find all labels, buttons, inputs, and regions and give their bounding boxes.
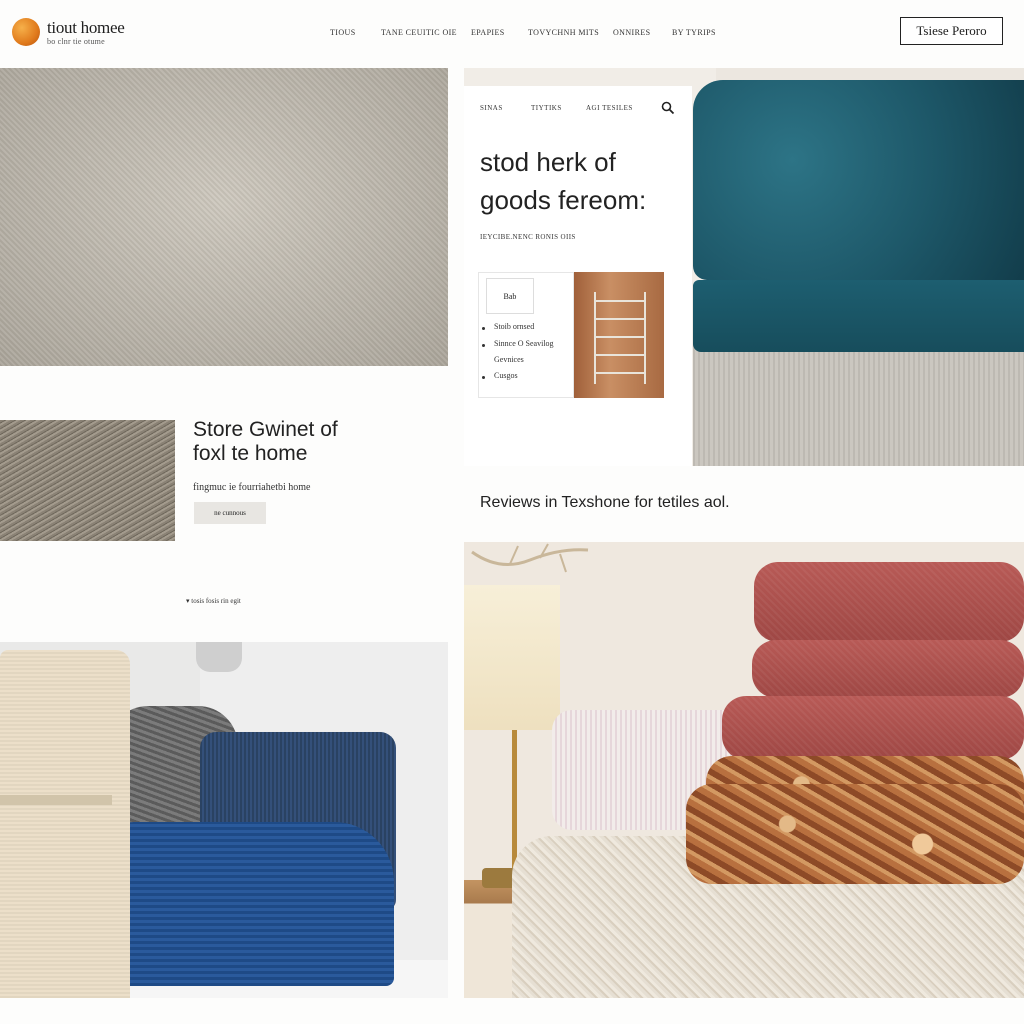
nav-item-by-tyrips[interactable]: by tyrips bbox=[672, 28, 716, 37]
nav-item-tious[interactable]: tious bbox=[330, 28, 356, 37]
section-title-line2: foxl te home bbox=[193, 442, 308, 465]
reviews-text: Reviews in Texshone for tetiles aol. bbox=[480, 494, 730, 511]
shelf-rail bbox=[594, 318, 646, 320]
shelf-post bbox=[594, 292, 596, 384]
linen-pillow-stripe bbox=[0, 795, 112, 805]
texture-thumbnail bbox=[0, 420, 175, 541]
dropdown-link-label: tosis fosis rin egit bbox=[191, 597, 241, 605]
brand-name[interactable]: tiout homee bbox=[47, 18, 125, 38]
branch-decor bbox=[471, 543, 589, 573]
hero-nav-tiytiks[interactable]: tiytiks bbox=[531, 104, 562, 112]
list-item[interactable]: Cusgos bbox=[494, 371, 518, 380]
grey-blanket bbox=[693, 342, 1024, 466]
floral-pillow-2 bbox=[686, 784, 1024, 884]
shelf-image bbox=[574, 272, 664, 398]
red-pillow-1 bbox=[754, 562, 1024, 642]
table-lamp-shade bbox=[464, 585, 560, 730]
section-title-line1: Store Gwinet of bbox=[193, 418, 338, 441]
nav-item-epapies[interactable]: epapies bbox=[471, 28, 505, 37]
hero-title-line2: goods fereom: bbox=[480, 185, 647, 215]
bullet-icon bbox=[482, 376, 485, 379]
red-pillow-2 bbox=[752, 640, 1024, 698]
teal-blanket-folded bbox=[693, 280, 1024, 352]
logo-icon[interactable] bbox=[12, 18, 40, 46]
hero-nav-sinas[interactable]: sinas bbox=[480, 104, 503, 112]
table-lamp-stem bbox=[512, 730, 517, 870]
search-icon[interactable] bbox=[661, 101, 675, 115]
nav-item-tovychnh-mits[interactable]: tovychnh mits bbox=[528, 28, 599, 37]
shelf-rail bbox=[594, 300, 646, 302]
hero-subtitle: ieycibe.nenc ronis oiis bbox=[480, 233, 576, 241]
list-item[interactable]: Gevnices bbox=[494, 355, 524, 364]
dropdown-link[interactable]: ▾ tosis fosis rin egit bbox=[186, 597, 241, 605]
mini-card-label[interactable]: Bab bbox=[486, 278, 534, 314]
bullet-icon bbox=[482, 344, 485, 347]
shelf-rail bbox=[594, 372, 646, 374]
teal-blanket-top bbox=[693, 80, 1024, 280]
hero-title: stod herk of goods fereom: bbox=[480, 143, 680, 219]
section-button[interactable]: ne cunnous bbox=[194, 502, 266, 524]
brand-tagline: bo clnr tie otume bbox=[47, 37, 105, 46]
section-title: Store Gwinet of foxl te home bbox=[193, 418, 338, 466]
list-item[interactable]: Sinnce O Seavilog bbox=[494, 339, 554, 348]
blue-throw bbox=[104, 822, 394, 986]
nav-item-onnires[interactable]: onnires bbox=[613, 28, 650, 37]
header-button[interactable]: Tsiese Peroro bbox=[900, 17, 1003, 45]
linen-pillow bbox=[0, 650, 130, 998]
bullet-icon bbox=[482, 327, 485, 330]
hero-nav-agi-tesiles[interactable]: agi tesiles bbox=[586, 104, 633, 112]
wall-lamp bbox=[196, 642, 242, 672]
list-item[interactable]: Stoib ornsed bbox=[494, 322, 534, 331]
hero-title-line1: stod herk of bbox=[480, 147, 616, 177]
nav-item-tane-ceuitic-oie[interactable]: tane ceuitic oie bbox=[381, 28, 457, 37]
fabric-texture-image bbox=[0, 68, 448, 366]
shelf-rail bbox=[594, 336, 646, 338]
red-pillow-3 bbox=[722, 696, 1024, 760]
chevron-down-icon: ▾ bbox=[186, 597, 190, 605]
shelf-post bbox=[644, 292, 646, 384]
section-subtitle: fingmuc ie fourriahetbi home bbox=[193, 482, 311, 493]
shelf-rail bbox=[594, 354, 646, 356]
